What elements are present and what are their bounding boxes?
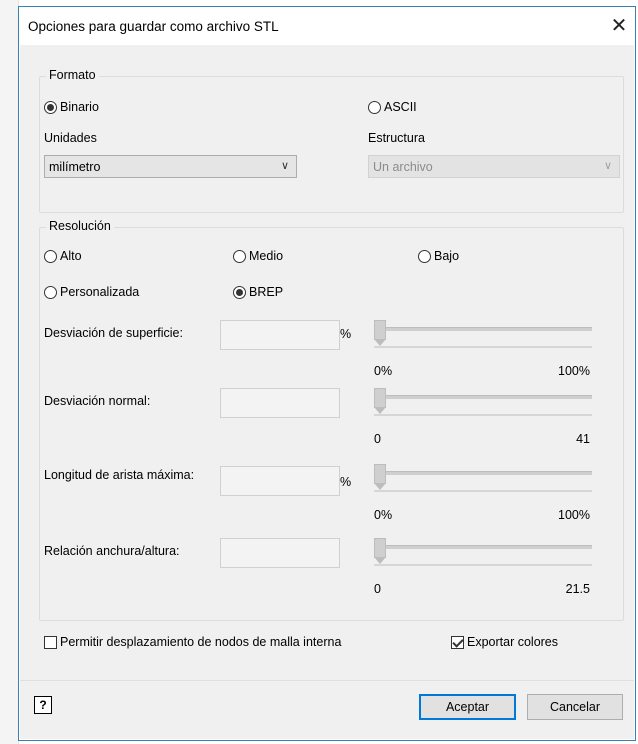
param-input[interactable] [220, 320, 340, 350]
unidades-value: milímetro [49, 160, 101, 174]
radio-binario-label: Binario [60, 100, 99, 114]
radio-alto[interactable]: Alto [44, 249, 82, 263]
param-label: Desviación normal: [44, 394, 151, 408]
checkbox-interna-box [44, 635, 57, 649]
checkbox-interna-label: Permitir desplazamiento de nodos de mall… [60, 635, 342, 649]
help-icon[interactable]: ? [34, 696, 52, 714]
param-slider-base [374, 414, 592, 416]
resolucion-group: Resolución Alto Medio Bajo Personalizada… [39, 219, 624, 621]
radio-medio[interactable]: Medio [233, 249, 283, 263]
chevron-down-icon: ∨ [280, 160, 289, 172]
title-bar: Opciones para guardar como archivo STL ✕ [19, 7, 635, 45]
param-min: 0 [374, 432, 381, 446]
formato-group: Formato Binario ASCII Unidades Estructur… [39, 68, 624, 213]
param-max: 21.5 [565, 582, 590, 596]
param-slider-thumb[interactable] [374, 538, 386, 564]
param-max: 41 [576, 432, 590, 446]
checkbox-colores-label: Exportar colores [467, 635, 559, 649]
param-max: 100% [558, 364, 590, 378]
radio-ascii-label: ASCII [384, 100, 417, 114]
checkbox-colores[interactable]: Exportar colores [451, 635, 558, 649]
dialog-footer: ? Aceptar Cancelar [20, 680, 634, 739]
radio-bajo-indicator [418, 249, 431, 263]
radio-binario-indicator [44, 100, 57, 114]
param-max: 100% [558, 508, 590, 522]
checkbox-interna[interactable]: Permitir desplazamiento de nodos de mall… [44, 635, 341, 649]
param-label: Relación anchura/altura: [44, 544, 180, 558]
radio-binario[interactable]: Binario [44, 100, 99, 114]
close-icon[interactable]: ✕ [603, 7, 635, 45]
param-unit: % [340, 475, 352, 489]
param-min: 0% [374, 508, 393, 522]
param-min: 0% [374, 364, 393, 378]
formato-legend: Formato [46, 68, 99, 82]
radio-ascii-indicator [368, 100, 381, 114]
radio-medio-indicator [233, 249, 246, 263]
radio-medio-label: Medio [249, 249, 284, 263]
radio-ascii[interactable]: ASCII [368, 100, 417, 114]
stl-options-dialog: Opciones para guardar como archivo STL ✕… [18, 6, 636, 741]
param-slider-track [374, 545, 592, 549]
radio-brep[interactable]: BREP [233, 285, 283, 299]
radio-alto-label: Alto [60, 249, 82, 263]
param-slider-base [374, 346, 592, 348]
param-label: Longitud de arista máxima: [44, 468, 195, 482]
param-input[interactable] [220, 466, 340, 496]
radio-alto-indicator [44, 249, 57, 263]
param-slider-track [374, 471, 592, 475]
background-window-edge [0, 0, 19, 744]
estructura-value: Un archivo [373, 160, 433, 174]
param-slider-track [374, 395, 592, 399]
unidades-select[interactable]: milímetro ∨ [44, 155, 297, 178]
param-slider-base [374, 490, 592, 492]
radio-brep-indicator [233, 285, 246, 299]
radio-personalizada-label: Personalizada [60, 285, 140, 299]
resolucion-legend: Resolución [46, 219, 114, 233]
param-slider-thumb[interactable] [374, 464, 386, 490]
radio-bajo[interactable]: Bajo [418, 249, 459, 263]
estructura-label: Estructura [368, 131, 425, 145]
radio-brep-label: BREP [249, 285, 284, 299]
cancel-button[interactable]: Cancelar [527, 694, 623, 720]
param-input[interactable] [220, 538, 340, 568]
radio-personalizada-indicator [44, 285, 57, 299]
estructura-select: Un archivo ∨ [368, 155, 620, 178]
chevron-down-icon: ∨ [603, 160, 612, 172]
unidades-label: Unidades [44, 131, 97, 145]
param-slider-thumb[interactable] [374, 320, 386, 346]
param-min: 0 [374, 582, 381, 596]
param-slider-track [374, 327, 592, 331]
checkbox-colores-box [451, 635, 464, 649]
radio-personalizada[interactable]: Personalizada [44, 285, 139, 299]
param-slider-thumb[interactable] [374, 388, 386, 414]
param-input[interactable] [220, 388, 340, 418]
param-unit: % [340, 327, 352, 341]
accept-button[interactable]: Aceptar [419, 694, 516, 720]
radio-bajo-label: Bajo [434, 249, 460, 263]
param-slider-base [374, 564, 592, 566]
param-label: Desviación de superficie: [44, 326, 183, 340]
dialog-title: Opciones para guardar como archivo STL [28, 19, 279, 34]
dialog-body: Formato Binario ASCII Unidades Estructur… [20, 45, 634, 680]
